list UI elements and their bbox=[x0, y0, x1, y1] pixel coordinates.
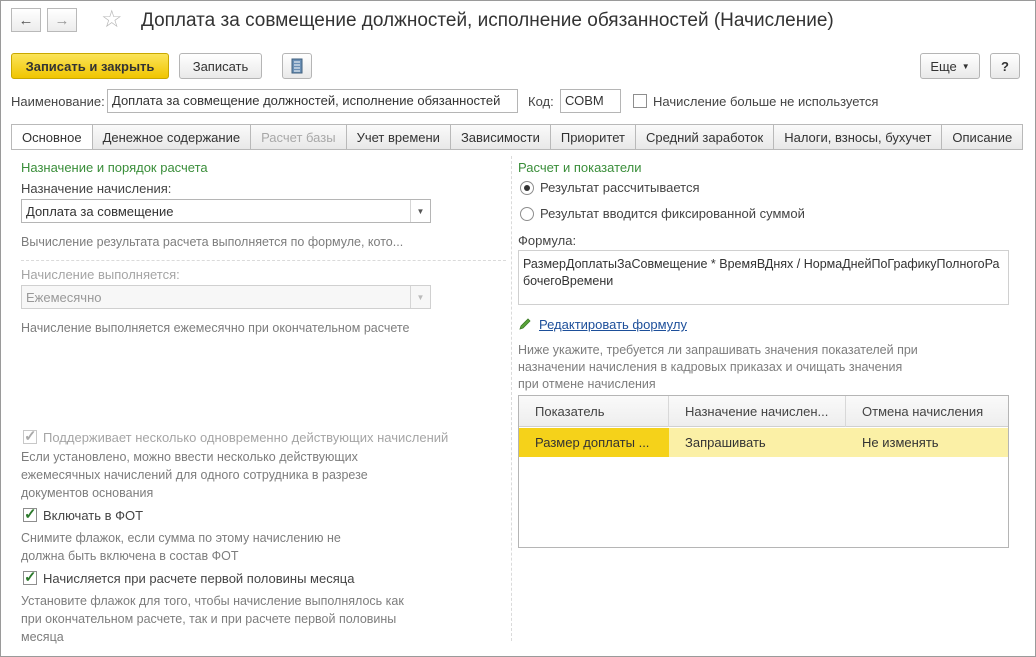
window-title: Доплата за совмещение должностей, исполн… bbox=[141, 10, 834, 31]
arrow-left-icon: ← bbox=[18, 11, 34, 29]
table-cell-assignment[interactable]: Запрашивать bbox=[669, 428, 846, 457]
tab-salary[interactable]: Денежное содержание bbox=[92, 124, 252, 150]
document-icon bbox=[291, 58, 303, 74]
result-calculated-radio[interactable] bbox=[520, 181, 534, 195]
column-header-indicator[interactable]: Показатель bbox=[519, 396, 669, 427]
column-divider bbox=[511, 156, 512, 641]
dropdown-arrow-icon: ▼ bbox=[410, 286, 430, 308]
tab-priority[interactable]: Приоритет bbox=[550, 124, 636, 150]
purpose-hint: Вычисление результата расчета выполняетс… bbox=[21, 235, 404, 249]
table-header: Показатель Назначение начислен... Отмена… bbox=[519, 396, 1008, 427]
help-button[interactable]: ? bbox=[990, 53, 1020, 79]
star-icon[interactable]: ☆ bbox=[101, 5, 123, 34]
multi-accruals-hint: Если установлено, можно ввести несколько… bbox=[21, 450, 368, 500]
more-button[interactable]: Еще ▼ bbox=[920, 53, 980, 79]
result-calculated-label: Результат рассчитывается bbox=[540, 180, 700, 195]
indicators-hint: Ниже укажите, требуется ли запрашивать з… bbox=[518, 343, 918, 391]
result-fixed-label: Результат вводится фиксированной суммой bbox=[540, 206, 805, 221]
unused-label: Начисление больше не используется bbox=[653, 94, 879, 109]
report-button[interactable] bbox=[282, 53, 312, 79]
first-half-label: Начисляется при расчете первой половины … bbox=[43, 571, 355, 586]
tab-base-calculation[interactable]: Расчет базы bbox=[251, 124, 347, 150]
tab-description[interactable]: Описание bbox=[942, 124, 1024, 150]
multi-accruals-label: Поддерживает несколько одновременно дейс… bbox=[43, 430, 449, 445]
period-select: Ежемесячно ▼ bbox=[21, 285, 431, 309]
column-header-assignment[interactable]: Назначение начислен... bbox=[669, 396, 846, 427]
period-label: Начисление выполняется: bbox=[21, 267, 180, 282]
tab-time-accounting[interactable]: Учет времени bbox=[346, 124, 451, 150]
calculation-section-title: Расчет и показатели bbox=[518, 160, 642, 175]
document-window: ← → ☆ Доплата за совмещение должностей, … bbox=[0, 0, 1036, 657]
tab-bar: Основное Денежное содержание Расчет базы… bbox=[11, 124, 1024, 150]
more-label: Еще bbox=[930, 58, 957, 74]
purpose-section-title: Назначение и порядок расчета bbox=[21, 160, 208, 175]
back-button[interactable]: ← bbox=[11, 8, 41, 32]
period-hint: Начисление выполняется ежемесячно при ок… bbox=[21, 321, 410, 335]
first-half-checkbox[interactable] bbox=[23, 568, 37, 586]
include-fot-label: Включать в ФОТ bbox=[43, 508, 144, 523]
code-label: Код: bbox=[528, 94, 554, 109]
tab-dependencies[interactable]: Зависимости bbox=[450, 124, 551, 150]
separator bbox=[21, 260, 506, 261]
indicators-table: Показатель Назначение начислен... Отмена… bbox=[518, 395, 1009, 548]
save-and-close-button[interactable]: Записать и закрыть bbox=[11, 53, 169, 79]
formula-label: Формула: bbox=[518, 233, 577, 248]
include-fot-checkbox[interactable] bbox=[23, 505, 37, 523]
pencil-icon bbox=[519, 318, 531, 330]
name-label: Наименование: bbox=[11, 94, 105, 109]
purpose-value: Доплата за совмещение bbox=[26, 204, 174, 219]
table-cell-cancellation[interactable]: Не изменять bbox=[846, 428, 1008, 457]
purpose-label: Назначение начисления: bbox=[21, 181, 172, 196]
tab-main[interactable]: Основное bbox=[11, 124, 93, 150]
tab-taxes[interactable]: Налоги, взносы, бухучет bbox=[774, 124, 943, 150]
multi-accruals-checkbox bbox=[23, 427, 37, 445]
include-fot-hint: Снимите флажок, если сумма по этому начи… bbox=[21, 531, 341, 563]
save-button[interactable]: Записать bbox=[179, 53, 262, 79]
purpose-select[interactable]: Доплата за совмещение ▼ bbox=[21, 199, 431, 223]
arrow-right-icon: → bbox=[54, 11, 70, 29]
tab-content-border bbox=[11, 149, 1014, 150]
dropdown-arrow-icon[interactable]: ▼ bbox=[410, 200, 430, 222]
result-fixed-radio[interactable] bbox=[520, 207, 534, 221]
forward-button[interactable]: → bbox=[47, 8, 77, 32]
period-value: Ежемесячно bbox=[26, 290, 102, 305]
edit-formula-link[interactable]: Редактировать формулу bbox=[539, 317, 687, 332]
table-row[interactable]: Размер доплаты ... Запрашивать Не изменя… bbox=[519, 428, 1008, 457]
name-field[interactable]: Доплата за совмещение должностей, исполн… bbox=[107, 89, 518, 113]
code-field[interactable]: СОВМ bbox=[560, 89, 621, 113]
unused-checkbox[interactable] bbox=[633, 94, 647, 108]
table-cell-indicator[interactable]: Размер доплаты ... bbox=[519, 428, 669, 457]
formula-field[interactable]: РазмерДоплатыЗаСовмещение * ВремяВДнях /… bbox=[518, 250, 1009, 305]
tab-average-earnings[interactable]: Средний заработок bbox=[635, 124, 775, 150]
chevron-down-icon: ▼ bbox=[961, 61, 970, 71]
first-half-hint: Установите флажок для того, чтобы начисл… bbox=[21, 594, 404, 644]
column-header-cancellation[interactable]: Отмена начисления bbox=[846, 396, 1008, 427]
